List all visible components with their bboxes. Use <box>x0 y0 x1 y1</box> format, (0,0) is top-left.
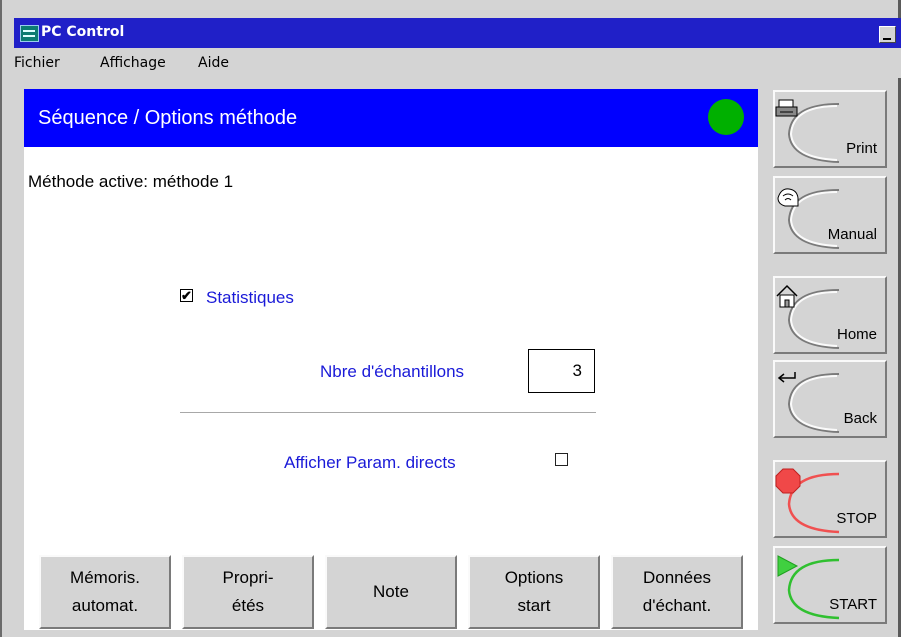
manual-button[interactable]: Manual <box>773 176 887 254</box>
start-options-button[interactable]: Options start <box>468 555 600 629</box>
manual-button-label: Manual <box>827 226 877 243</box>
start-button[interactable]: START <box>773 546 887 624</box>
properties-button[interactable]: Propri- étés <box>182 555 314 629</box>
note-button[interactable]: Note <box>325 555 457 629</box>
print-button[interactable]: Print <box>773 90 887 168</box>
home-button[interactable]: Home <box>773 276 887 354</box>
start-button-label: START <box>829 596 877 613</box>
auto-save-button-label: Mémoris. automat. <box>70 568 140 615</box>
menu-fichier[interactable]: Fichier <box>14 55 60 71</box>
menu-bar: Fichier Affichage Aide <box>14 48 901 78</box>
properties-button-label: Propri- étés <box>222 568 274 615</box>
statistics-checkbox[interactable]: ✔ <box>180 289 193 302</box>
show-direct-params-checkbox[interactable] <box>555 453 568 466</box>
stop-button-label: STOP <box>836 510 877 527</box>
note-button-label: Note <box>373 582 409 601</box>
status-indicator-icon <box>708 99 744 135</box>
back-button-label: Back <box>843 410 877 427</box>
back-arrow-icon <box>777 372 796 383</box>
screen-header: Séquence / Options méthode <box>24 89 758 147</box>
app-window: PC Control Fichier Affichage Aide Séquen… <box>0 0 901 637</box>
play-triangle-icon <box>777 555 799 577</box>
back-button[interactable]: Back <box>773 360 887 438</box>
start-options-button-label: Options start <box>504 568 564 615</box>
menu-aide[interactable]: Aide <box>198 55 229 71</box>
active-method-text: Méthode active: méthode 1 <box>28 172 234 191</box>
manual-icon <box>777 188 799 207</box>
house-icon <box>776 284 798 308</box>
stop-button[interactable]: STOP <box>773 460 887 538</box>
sample-data-button[interactable]: Données d'échant. <box>611 555 743 629</box>
stop-octagon-icon <box>775 468 801 494</box>
minimize-button[interactable] <box>879 26 896 43</box>
title-bar[interactable]: PC Control <box>14 18 901 48</box>
printer-icon <box>775 99 798 117</box>
section-divider <box>180 412 596 413</box>
show-direct-params-label[interactable]: Afficher Param. directs <box>284 453 456 473</box>
sample-data-button-label: Données d'échant. <box>642 568 712 615</box>
sample-count-label: Nbre d'échantillons <box>320 362 465 381</box>
menu-affichage[interactable]: Affichage <box>100 55 166 71</box>
statistics-label[interactable]: Statistiques <box>206 288 294 308</box>
home-button-label: Home <box>836 326 877 343</box>
auto-save-button[interactable]: Mémoris. automat. <box>39 555 171 629</box>
window-title: PC Control <box>41 24 125 40</box>
sample-count-input[interactable]: 3 <box>528 349 595 393</box>
page-title: Séquence / Options méthode <box>38 107 298 129</box>
print-button-label: Print <box>846 140 877 157</box>
app-logo-icon <box>20 25 39 42</box>
